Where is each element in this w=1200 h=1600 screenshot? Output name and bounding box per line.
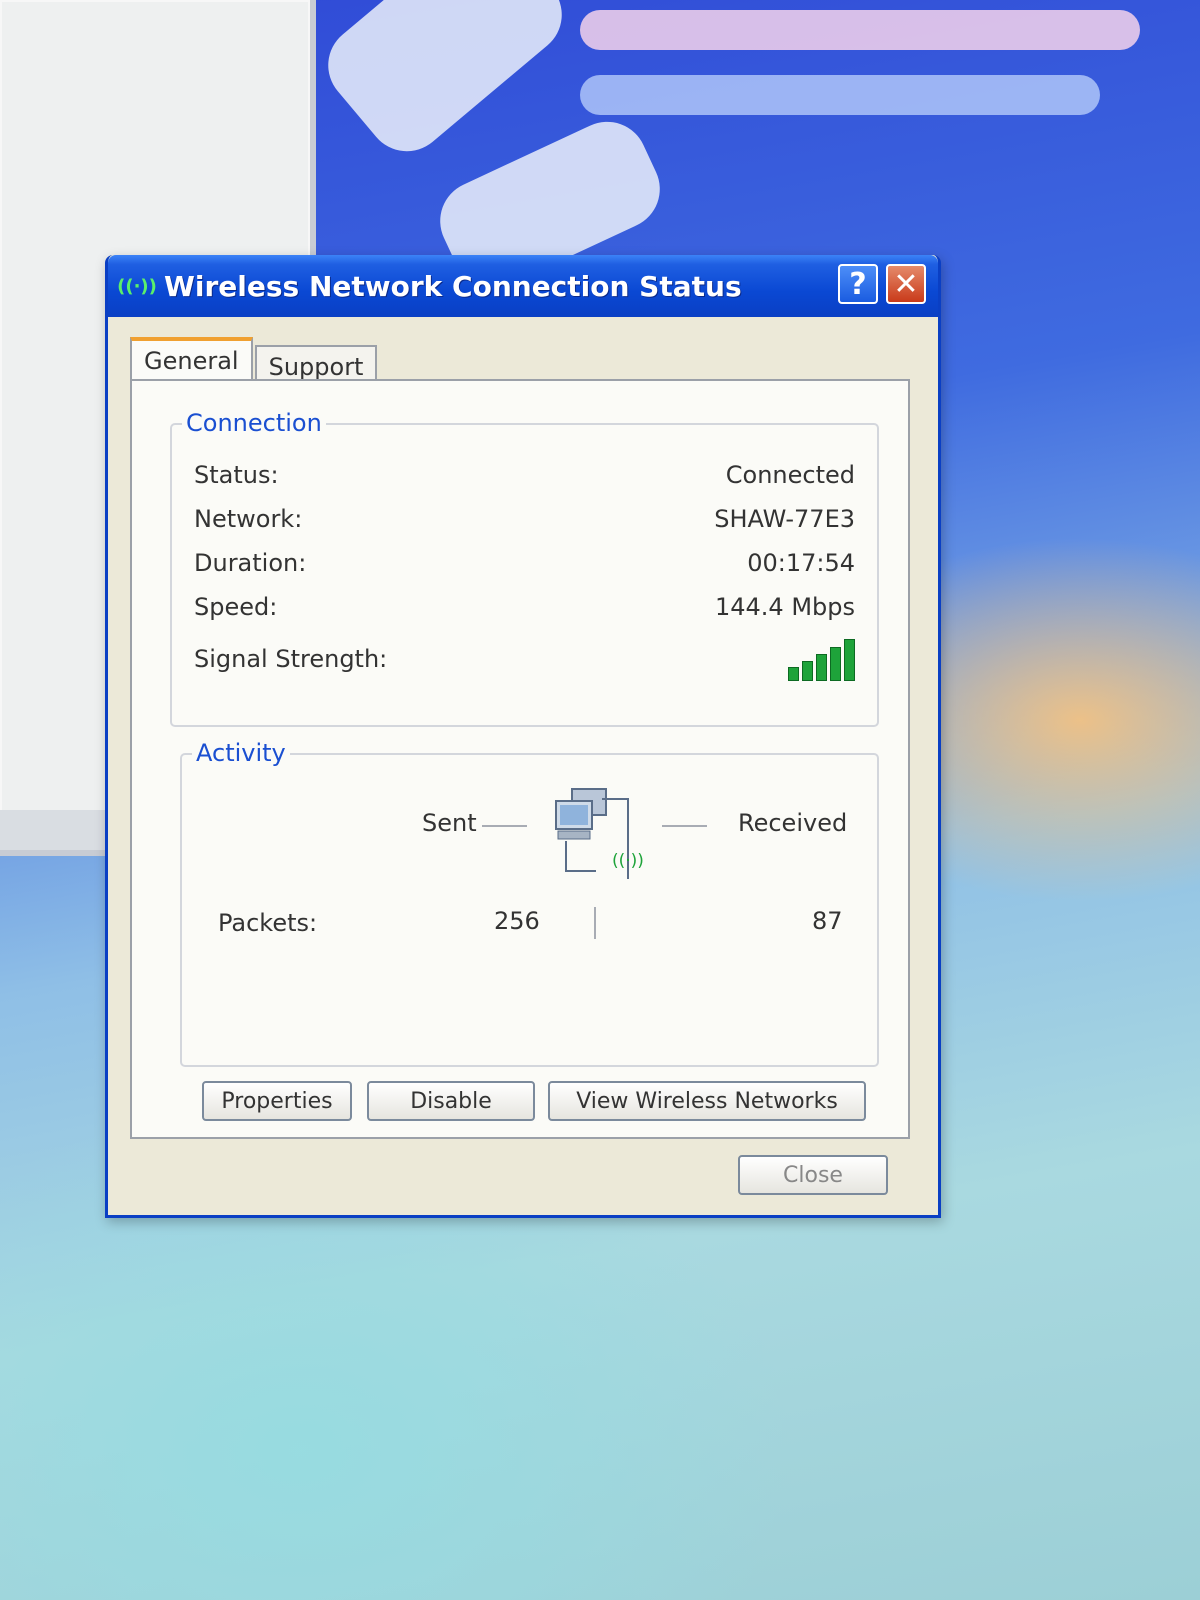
dialog-title: Wireless Network Connection Status <box>164 269 742 303</box>
signal-row: Signal Strength: <box>194 639 855 681</box>
activity-legend: Activity <box>192 739 290 767</box>
help-button[interactable]: ? <box>838 264 878 304</box>
title-bar[interactable]: ((·)) Wireless Network Connection Status… <box>108 255 938 317</box>
connection-legend: Connection <box>182 409 326 437</box>
duration-label: Duration: <box>194 549 307 577</box>
network-row: Network: SHAW-77E3 <box>194 505 855 539</box>
packets-divider <box>594 907 596 939</box>
signal-bar <box>788 667 799 681</box>
network-computers-icon <box>555 788 629 879</box>
sent-label: Sent <box>422 809 477 837</box>
speed-value: 144.4 Mbps <box>714 593 855 621</box>
signal-strength-label: Signal Strength: <box>194 645 388 673</box>
packets-received-value: 87 <box>812 907 843 935</box>
properties-button[interactable]: Properties <box>202 1081 352 1121</box>
received-label: Received <box>738 809 848 837</box>
wallpaper-glow <box>580 75 1100 115</box>
wireless-signal-glyph: ((·)) <box>612 851 644 871</box>
activity-group: Activity Sent ((·)) Received Packets: 25… <box>180 739 879 1067</box>
wireless-icon: ((·)) <box>117 275 157 297</box>
close-window-button[interactable]: ✕ <box>886 264 926 304</box>
status-row: Status: Connected <box>194 461 855 495</box>
signal-bar <box>802 661 813 681</box>
connection-group: Connection Status: Connected Network: SH… <box>170 409 879 727</box>
disable-button[interactable]: Disable <box>367 1081 535 1121</box>
network-value: SHAW-77E3 <box>714 505 855 533</box>
status-label: Status: <box>194 461 279 489</box>
packets-label: Packets: <box>218 909 318 937</box>
network-label: Network: <box>194 505 303 533</box>
sent-line <box>482 825 527 827</box>
view-wireless-networks-button[interactable]: View Wireless Networks <box>548 1081 866 1121</box>
signal-strength-icon <box>788 639 855 681</box>
duration-value: 00:17:54 <box>747 549 855 577</box>
signal-bar <box>816 654 827 681</box>
speed-label: Speed: <box>194 593 278 621</box>
signal-bar <box>844 639 855 681</box>
signal-bar <box>830 647 841 681</box>
general-tab-panel: Connection Status: Connected Network: SH… <box>130 379 910 1139</box>
received-line <box>662 825 707 827</box>
wireless-status-dialog: ((·)) Wireless Network Connection Status… <box>105 255 941 1218</box>
packets-sent-value: 256 <box>494 907 540 935</box>
close-button[interactable]: Close <box>738 1155 888 1195</box>
status-value: Connected <box>725 461 855 489</box>
speed-row: Speed: 144.4 Mbps <box>194 593 855 627</box>
duration-row: Duration: 00:17:54 <box>194 549 855 583</box>
wallpaper-glow <box>580 10 1140 50</box>
wallpaper-petal <box>311 0 579 168</box>
